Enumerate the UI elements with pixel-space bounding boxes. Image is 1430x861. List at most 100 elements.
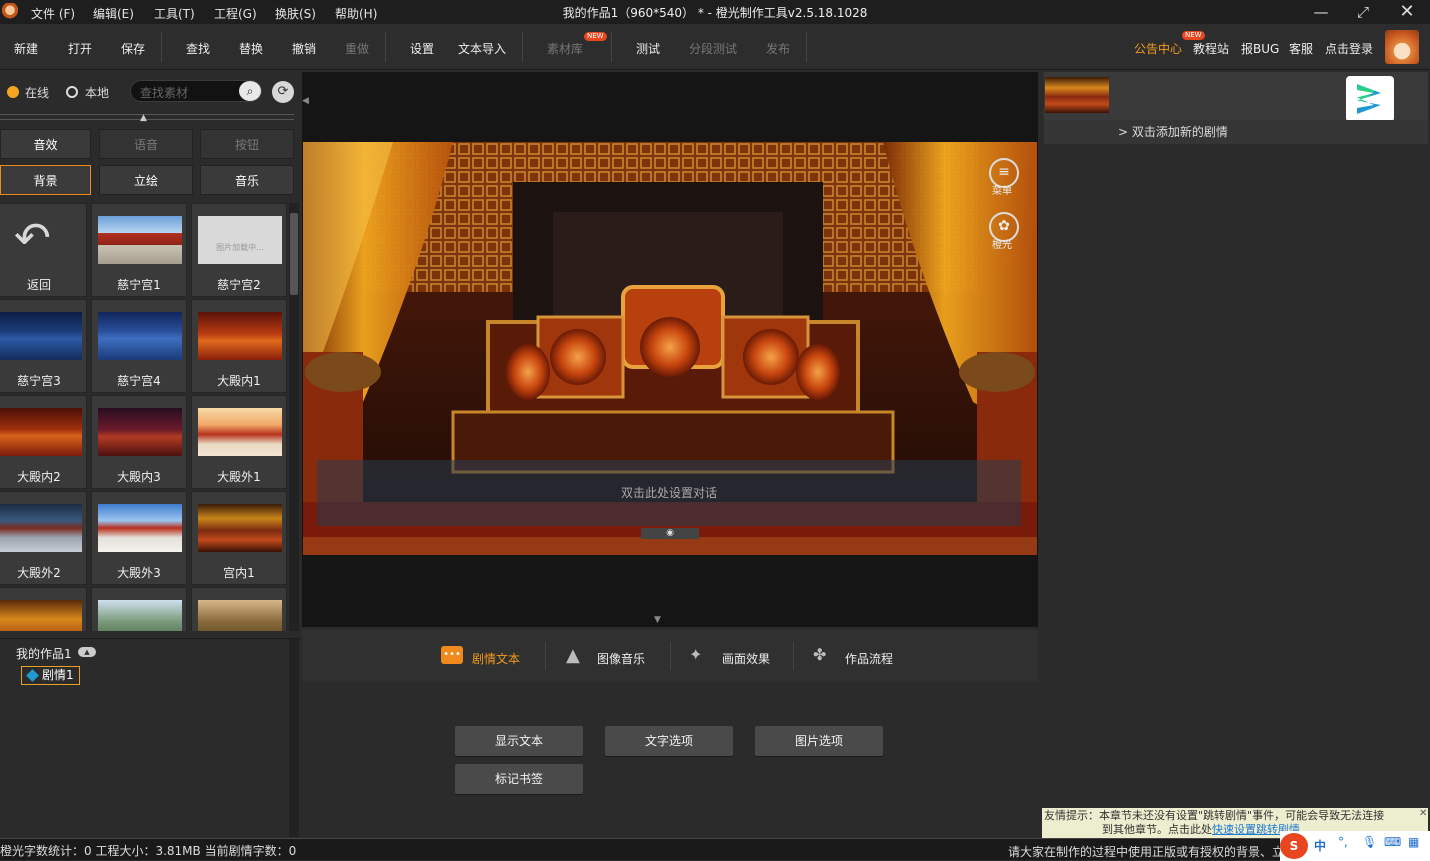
ime-mode[interactable]: 中 xyxy=(1314,837,1326,854)
asset-label: 大殿外2 xyxy=(17,566,61,580)
tab-image-music[interactable]: 图像音乐 xyxy=(597,650,645,667)
asset-label: 慈宁宫1 xyxy=(117,278,161,292)
eye-icon[interactable]: ◉ xyxy=(641,528,699,539)
story-thumbnail[interactable] xyxy=(1045,77,1109,113)
asset-item[interactable]: 大殿内2 xyxy=(0,395,87,489)
tab-buttons[interactable]: 按钮 xyxy=(200,129,294,159)
replace-button[interactable]: 替换 xyxy=(239,40,263,57)
asset-thumbnail-loading: 图片加载中... xyxy=(198,216,282,264)
tab-flow[interactable]: 作品流程 xyxy=(845,650,893,667)
tab-standing-drawing[interactable]: 立绘 xyxy=(99,165,193,195)
project-tree: 我的作品1 ▲ 剧情1 xyxy=(0,638,300,838)
bookmark-button[interactable]: 标记书签 xyxy=(455,764,583,794)
tab-voice[interactable]: 语音 xyxy=(99,129,193,159)
project-name[interactable]: 我的作品1 xyxy=(16,645,72,662)
asset-thumbnail xyxy=(198,600,282,631)
restore-icon[interactable]: ⤢ xyxy=(1348,2,1378,22)
collapse-icon[interactable]: ▲ xyxy=(78,647,96,657)
asset-item[interactable]: 大殿外1 xyxy=(191,395,287,489)
login-link[interactable]: 点击登录 xyxy=(1325,40,1373,57)
side-app-icon[interactable] xyxy=(1346,76,1394,122)
asset-label: 宫内1 xyxy=(223,566,255,580)
keyboard-icon[interactable]: ⌨ xyxy=(1384,835,1401,849)
effects-icon: ✦ xyxy=(689,645,703,664)
toolbar-divider xyxy=(611,32,612,62)
local-radio[interactable] xyxy=(66,86,78,98)
status-notice: 请大家在制作的过程中使用正版或有授权的背景、立 xyxy=(1008,845,1285,859)
asset-item[interactable]: 大殿外3 xyxy=(91,491,187,585)
text-options-button[interactable]: 文字选项 xyxy=(605,726,733,756)
menu-grid-icon[interactable]: ▦ xyxy=(1408,835,1419,849)
undo-button[interactable]: 撤销 xyxy=(292,40,316,57)
asset-item[interactable]: 慈宁宫1 xyxy=(91,203,187,297)
avatar[interactable] xyxy=(1385,30,1419,64)
search-input[interactable]: 查找素材 ⌕ xyxy=(130,80,262,102)
asset-item[interactable]: 宫内1 xyxy=(191,491,287,585)
tip-line1: 友情提示：本章节未还没有设置"跳转剧情"事件，可能会导致无法连接 xyxy=(1044,809,1385,822)
library-button[interactable]: 素材库 xyxy=(547,40,583,57)
redo-button[interactable]: 重做 xyxy=(345,40,369,57)
toolbar-divider xyxy=(385,32,386,62)
command-area: 显示文本 文字选项 图片选项 标记书签 xyxy=(302,682,1038,838)
collapse-up-icon[interactable]: ▲ xyxy=(140,113,147,123)
asset-item[interactable]: 慈宁宫3 xyxy=(0,299,87,393)
tab-background[interactable]: 背景 xyxy=(0,165,91,195)
tab-music[interactable]: 音乐 xyxy=(200,165,294,195)
tutorial-link[interactable]: 教程站 xyxy=(1193,40,1229,57)
service-link[interactable]: 客服 xyxy=(1289,40,1313,57)
find-button[interactable]: 查找 xyxy=(186,40,210,57)
open-button[interactable]: 打开 xyxy=(68,40,92,57)
close-icon[interactable]: ✕ xyxy=(1392,2,1422,22)
tip-close-icon[interactable]: ✕ xyxy=(1419,808,1427,819)
dialog-box[interactable]: 双击此处设置对话 xyxy=(317,460,1021,526)
tab-effects[interactable]: 画面效果 xyxy=(722,650,770,667)
collapse-left-icon[interactable]: ◀ xyxy=(302,96,309,106)
asset-item[interactable]: 慈宁宫4 xyxy=(91,299,187,393)
asset-thumbnail xyxy=(0,312,82,360)
microphone-icon[interactable]: 🎙 xyxy=(1362,835,1377,849)
asset-item[interactable]: 大殿内1 xyxy=(191,299,287,393)
scrollbar-thumb[interactable] xyxy=(290,213,298,295)
arrow-logo-icon xyxy=(1357,84,1381,114)
tab-story-text[interactable]: 剧情文本 xyxy=(472,650,520,667)
text-import-button[interactable]: 文本导入 xyxy=(458,40,506,57)
publish-button[interactable]: 发布 xyxy=(766,40,790,57)
asset-label: 大殿内2 xyxy=(17,470,61,484)
show-text-button[interactable]: 显示文本 xyxy=(455,726,583,756)
settings-button[interactable]: 设置 xyxy=(410,40,434,57)
asset-item[interactable]: 大殿外2 xyxy=(0,491,87,585)
tab-sound-effects[interactable]: 音效 xyxy=(0,129,91,159)
asset-item[interactable] xyxy=(191,587,287,631)
segment-test-button[interactable]: 分段测试 xyxy=(689,40,737,57)
sogou-logo-icon[interactable]: S xyxy=(1280,833,1308,859)
panel-splitter[interactable] xyxy=(0,114,294,120)
asset-item[interactable]: 大殿内3 xyxy=(91,395,187,489)
report-bug-link[interactable]: 报BUG xyxy=(1241,40,1279,57)
minimize-icon[interactable]: — xyxy=(1306,2,1336,22)
test-button[interactable]: 测试 xyxy=(636,40,660,57)
asset-item[interactable]: 图片加载中... 慈宁宫2 xyxy=(191,203,287,297)
asset-label: 返回 xyxy=(26,278,51,292)
image-options-button[interactable]: 图片选项 xyxy=(755,726,883,756)
asset-item[interactable] xyxy=(0,587,87,631)
search-icon[interactable]: ⌕ xyxy=(239,81,261,101)
save-button[interactable]: 保存 xyxy=(121,40,145,57)
stage-expand-icon[interactable]: ▼ xyxy=(654,615,661,625)
scene-canvas[interactable]: 双击此处设置对话 ◉ ≡ 菜单 ✿ 橙光 xyxy=(303,142,1037,555)
tab-divider xyxy=(670,642,671,670)
notice-center-link[interactable]: 公告中心 xyxy=(1134,40,1182,57)
asset-scrollbar[interactable] xyxy=(289,203,299,631)
online-radio[interactable] xyxy=(7,86,19,98)
ime-toolbar: S 中 °, 🎙 ⌨ ▦ xyxy=(1280,831,1430,861)
punctuation-icon[interactable]: °, xyxy=(1338,835,1348,849)
tree-scrollbar[interactable] xyxy=(289,639,299,837)
chapter-item[interactable]: 剧情1 xyxy=(21,666,80,685)
new-button[interactable]: 新建 xyxy=(14,40,38,57)
refresh-icon[interactable]: ⟳ xyxy=(272,81,294,103)
asset-label: 慈宁宫2 xyxy=(217,278,261,292)
asset-thumbnail xyxy=(98,600,182,631)
tab-divider xyxy=(545,642,546,670)
add-story-row[interactable]: > 双击添加新的剧情 xyxy=(1044,120,1428,144)
asset-item[interactable] xyxy=(91,587,187,631)
asset-back[interactable]: ↶ 返回 xyxy=(0,203,87,297)
